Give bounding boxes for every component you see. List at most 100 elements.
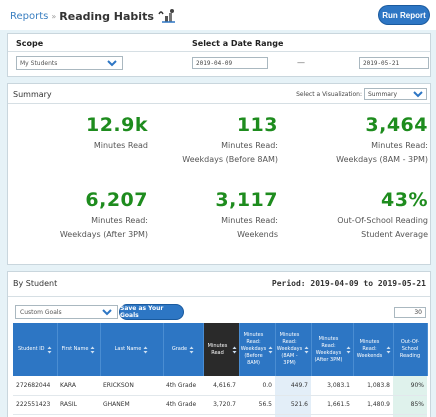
sort-icon xyxy=(386,346,391,354)
chevron-down-icon xyxy=(413,90,423,98)
column-header[interactable]: Student ID xyxy=(13,323,58,376)
column-header[interactable]: Minutes Read: Weekdays (After 3PM) xyxy=(311,323,354,376)
column-header-label: Minutes Read: Weekdays (Before 8AM) xyxy=(240,332,267,366)
column-header-content: Minutes Read: Weekdays (After 3PM) xyxy=(314,336,351,364)
table-cell: 3,083.1 xyxy=(311,376,353,396)
sort-icon xyxy=(346,346,351,354)
reading-habits-icon xyxy=(157,8,177,24)
table-cell: 90% xyxy=(393,376,427,396)
breadcrumb: Reports » Reading Habits xyxy=(10,8,177,24)
table-cell: 3,720.7 xyxy=(203,395,239,415)
column-header-label: First Name xyxy=(61,346,89,352)
stat-out-of-school: 43% Out-Of-School Reading Student Averag… xyxy=(288,189,428,241)
column-header[interactable]: First Name xyxy=(57,323,101,376)
column-header[interactable]: Out-Of-School Reading xyxy=(393,323,428,376)
table-cell: 4,616.7 xyxy=(203,376,239,396)
column-header-content: Minutes Read xyxy=(206,343,237,357)
page-title: Reading Habits xyxy=(59,9,154,23)
sort-icon xyxy=(304,346,309,354)
table-cell: 521.6 xyxy=(275,395,311,415)
stat-value: 3,464 xyxy=(365,114,428,136)
sort-icon xyxy=(143,346,148,354)
sort-icon xyxy=(90,346,95,354)
stat-caption-2: Weekdays (8AM - 3PM) xyxy=(336,155,428,164)
table-cell: 85% xyxy=(393,395,427,415)
start-date-input[interactable]: 2019-04-09 xyxy=(192,57,268,69)
sort-icon xyxy=(189,346,194,354)
scope-panel: Scope Select a Date Range My Students 20… xyxy=(7,33,431,77)
column-header-label: Out-Of-School Reading xyxy=(399,339,421,359)
goals-select-value: Custom Goals xyxy=(20,308,62,316)
column-header-content: First Name xyxy=(60,346,98,354)
sort-icon xyxy=(232,346,237,354)
period-label: Period: 2019-04-09 to 2019-05-21 xyxy=(271,279,426,288)
column-header-label: Student ID xyxy=(17,346,45,352)
column-header-content: Minutes Read: Weekdays (8AM - 3PM) xyxy=(276,332,309,367)
stat-after-3pm: 6,207 Minutes Read: Weekdays (After 3PM) xyxy=(28,189,148,241)
visualization-select[interactable]: Summary xyxy=(364,88,427,100)
stat-caption: Minutes Read: xyxy=(371,141,428,150)
breadcrumb-reports-link[interactable]: Reports xyxy=(10,11,48,22)
column-header-label: Last Name xyxy=(114,346,142,352)
date-range-label: Select a Date Range xyxy=(192,39,284,48)
stat-caption-2: Student Average xyxy=(361,230,428,239)
column-header-content: Grade xyxy=(166,346,201,354)
column-header-content: Minutes Read: Weekdays (Before 8AM) xyxy=(240,332,273,367)
by-student-panel: By Student Period: 2019-04-09 to 2019-05… xyxy=(7,271,431,417)
table-cell: 272682044 xyxy=(13,376,57,396)
stat-value: 6,207 xyxy=(85,189,148,211)
stat-caption-2: Weekdays (Before 8AM) xyxy=(182,155,278,164)
stat-before-8am: 113 Minutes Read: Weekdays (Before 8AM) xyxy=(158,114,278,166)
column-header[interactable]: Minutes Read: Weekdays (Before 8AM) xyxy=(239,323,276,376)
stat-value: 12.9k xyxy=(85,114,148,136)
column-header-content: Out-Of-School Reading xyxy=(396,339,425,360)
page-size-input[interactable]: 30 xyxy=(394,307,426,318)
table-row[interactable]: 222551423 RASIL GHANEM 4th Grade 3,720.7 56.5… xyxy=(13,395,427,415)
stat-caption: Minutes Read: xyxy=(91,216,148,225)
stat-value: 3,117 xyxy=(215,189,278,211)
visualization-label: Select a Visualization: xyxy=(296,91,362,98)
stat-minutes-read: 12.9k Minutes Read xyxy=(58,114,148,152)
stat-caption: Minutes Read xyxy=(93,141,148,150)
by-student-title: By Student xyxy=(13,279,58,288)
stat-value: 43% xyxy=(381,189,428,211)
scope-select[interactable]: My Students xyxy=(16,56,123,70)
column-header[interactable]: Minutes Read: Weekdays (8AM - 3PM) xyxy=(275,323,312,376)
table-cell: 0.0 xyxy=(239,376,275,396)
summary-title: Summary xyxy=(13,90,52,99)
table-body: 272682044 KARA ERICKSON 4th Grade 4,616.7 0.0… xyxy=(13,376,427,417)
stat-caption: Minutes Read: xyxy=(221,141,278,150)
goals-select[interactable]: Custom Goals xyxy=(15,305,118,319)
stat-8am-3pm: 3,464 Minutes Read: Weekdays (8AM - 3PM) xyxy=(298,114,428,166)
save-goals-button[interactable]: Save as Your Goals xyxy=(120,305,183,319)
column-header-content: Minutes Read: Weekends xyxy=(356,339,391,360)
column-header-label: Grade xyxy=(171,346,188,352)
table-cell: 222551423 xyxy=(13,395,57,415)
column-header-label: Minutes Read: Weekdays (8AM - 3PM) xyxy=(276,332,303,366)
scope-divider xyxy=(8,51,430,52)
table-cell: RASIL xyxy=(57,395,100,415)
table-cell: ERICKSON xyxy=(100,376,163,396)
column-header[interactable]: Minutes Read: Weekends xyxy=(353,323,394,376)
by-student-divider xyxy=(8,296,430,297)
run-report-button[interactable]: Run Report xyxy=(379,6,429,24)
column-header-content: Student ID xyxy=(15,346,55,354)
table-row[interactable]: 272682044 KARA ERICKSON 4th Grade 4,616.7 0.0… xyxy=(13,376,427,396)
top-bar: Reports » Reading Habits Run Report xyxy=(0,0,436,30)
column-header[interactable]: Minutes Read xyxy=(203,323,240,376)
chevron-down-icon xyxy=(106,58,118,68)
stat-weekends: 3,117 Minutes Read: Weekends xyxy=(158,189,278,241)
table-cell: 56.5 xyxy=(239,395,275,415)
scope-label: Scope xyxy=(16,39,44,48)
date-separator: — xyxy=(297,58,305,67)
stat-caption-2: Weekends xyxy=(237,230,278,239)
table-header-row: Student ID First Name Last Name Grade Minute… xyxy=(13,323,428,376)
summary-divider xyxy=(8,103,430,104)
sort-icon xyxy=(268,346,273,354)
stat-caption: Minutes Read: xyxy=(221,216,278,225)
student-table: Student ID First Name Last Name Grade Minute… xyxy=(13,323,428,417)
end-date-input[interactable]: 2019-05-21 xyxy=(359,57,429,69)
table-cell: 1,480.9 xyxy=(353,395,393,415)
column-header[interactable]: Grade xyxy=(163,323,204,376)
column-header[interactable]: Last Name xyxy=(100,323,164,376)
